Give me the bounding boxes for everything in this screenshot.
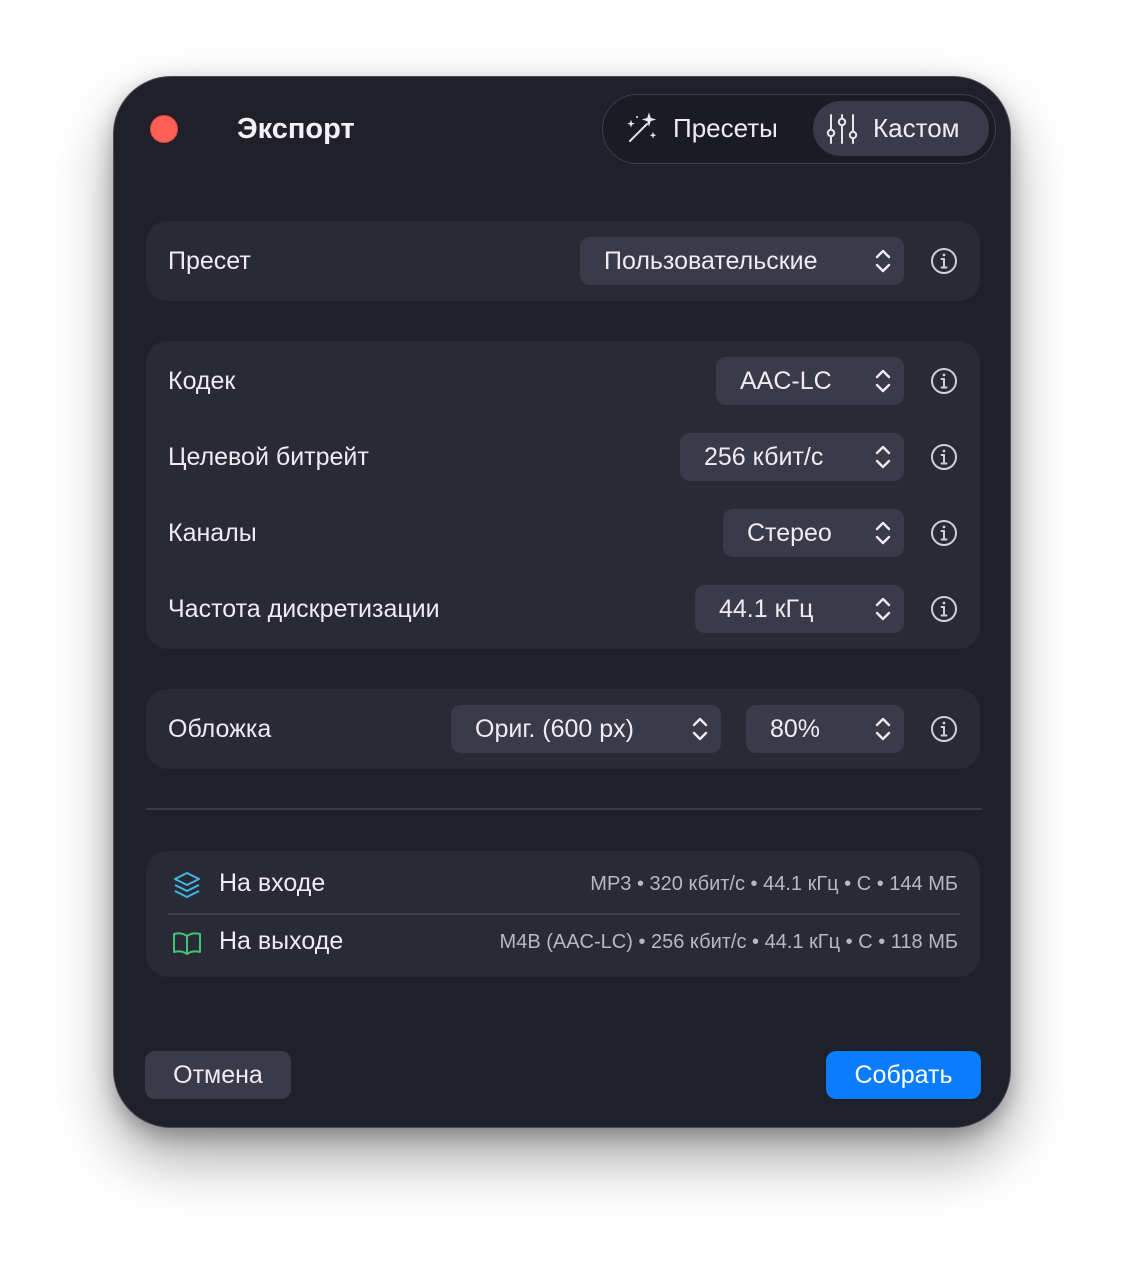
magic-wand-icon <box>623 111 659 147</box>
preset-select[interactable]: Пользовательские <box>580 237 904 285</box>
book-icon <box>172 928 202 958</box>
sample-rate-select[interactable]: 44.1 кГц <box>695 585 904 633</box>
codec-settings-card: Кодек AAC-LC Целевой битрейт 256 кбит/с <box>146 341 980 649</box>
info-circle-icon[interactable] <box>930 715 958 743</box>
preset-label: Пресет <box>168 247 251 275</box>
info-circle-icon[interactable] <box>930 443 958 471</box>
sample-rate-row: Частота дискретизации 44.1 кГц <box>146 585 980 633</box>
cover-size-value: Ориг. (600 px) <box>475 714 634 743</box>
codec-row: Кодек AAC-LC <box>146 357 980 405</box>
chevron-up-down-icon <box>862 444 904 470</box>
channels-select[interactable]: Стерео <box>723 509 904 557</box>
tab-presets[interactable]: Пресеты <box>617 101 784 156</box>
close-button[interactable] <box>150 115 178 143</box>
output-meta: M4B (AAC-LC) • 256 кбит/с • 44.1 кГц • С… <box>499 931 958 953</box>
section-divider <box>146 808 982 810</box>
input-label: На входе <box>219 869 326 897</box>
tab-custom[interactable]: Кастом <box>813 101 989 156</box>
input-row: На входе MP3 • 320 кбит/с • 44.1 кГц • С… <box>146 857 980 913</box>
sample-rate-label: Частота дискретизации <box>168 595 440 623</box>
tab-presets-label: Пресеты <box>673 113 778 143</box>
io-summary-card: На входе MP3 • 320 кбит/с • 44.1 кГц • С… <box>146 851 980 977</box>
input-meta: MP3 • 320 кбит/с • 44.1 кГц • С • 144 МБ <box>590 873 958 895</box>
chevron-up-down-icon <box>862 520 904 546</box>
bitrate-label: Целевой битрейт <box>168 443 369 471</box>
sample-rate-select-value: 44.1 кГц <box>719 594 814 623</box>
info-circle-icon[interactable] <box>930 247 958 275</box>
output-label: На выходе <box>219 927 344 955</box>
preset-card: Пресет Пользовательские <box>146 221 980 301</box>
chevron-up-down-icon <box>679 716 721 742</box>
info-circle-icon[interactable] <box>930 367 958 395</box>
layers-icon <box>172 870 202 900</box>
codec-select[interactable]: AAC-LC <box>716 357 904 405</box>
preset-select-value: Пользовательские <box>604 246 818 275</box>
cancel-button[interactable]: Отмена <box>145 1051 291 1099</box>
info-circle-icon[interactable] <box>930 519 958 547</box>
sliders-icon <box>825 112 859 146</box>
cover-card: Обложка Ориг. (600 px) 80% <box>146 689 980 769</box>
bitrate-row: Целевой битрейт 256 кбит/с <box>146 433 980 481</box>
info-circle-icon[interactable] <box>930 595 958 623</box>
cover-quality-value: 80% <box>770 714 821 743</box>
tab-custom-label: Кастом <box>873 113 960 143</box>
chevron-up-down-icon <box>862 716 904 742</box>
export-window: Экспорт Пресеты Кастом Пресет Пользовате… <box>113 76 1011 1128</box>
output-row: На выходе M4B (AAC-LC) • 256 кбит/с • 44… <box>146 915 980 971</box>
codec-select-value: AAC-LC <box>740 366 832 395</box>
bitrate-select[interactable]: 256 кбит/с <box>680 433 904 481</box>
cover-row: Обложка Ориг. (600 px) 80% <box>146 705 980 753</box>
mode-segmented-control: Пресеты Кастом <box>602 94 996 164</box>
window-title: Экспорт <box>237 113 355 145</box>
build-button[interactable]: Собрать <box>826 1051 981 1099</box>
chevron-up-down-icon <box>862 248 904 274</box>
cover-label: Обложка <box>168 715 272 743</box>
preset-row: Пресет Пользовательские <box>146 237 980 285</box>
cover-size-select[interactable]: Ориг. (600 px) <box>451 705 721 753</box>
bitrate-select-value: 256 кбит/с <box>704 442 824 471</box>
chevron-up-down-icon <box>862 368 904 394</box>
chevron-up-down-icon <box>862 596 904 622</box>
channels-label: Каналы <box>168 519 257 547</box>
codec-label: Кодек <box>168 367 236 395</box>
channels-row: Каналы Стерео <box>146 509 980 557</box>
channels-select-value: Стерео <box>747 518 832 547</box>
cover-quality-select[interactable]: 80% <box>746 705 904 753</box>
